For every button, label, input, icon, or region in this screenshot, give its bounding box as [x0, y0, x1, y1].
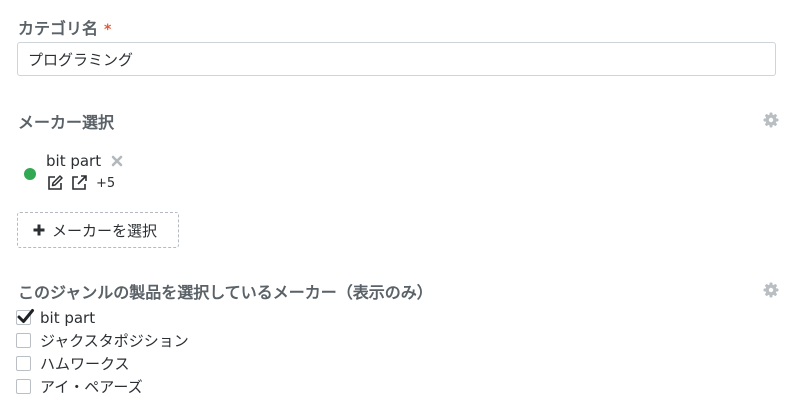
- list-item-label: ハムワークス: [40, 355, 130, 373]
- gear-icon[interactable]: [763, 112, 779, 128]
- list-item-label: アイ・ペアーズ: [40, 378, 143, 396]
- maker-name: bit part: [46, 152, 102, 170]
- maker-select-label: メーカー選択: [18, 113, 115, 132]
- checkbox[interactable]: [16, 356, 31, 371]
- close-icon[interactable]: [110, 154, 124, 168]
- genre-makers-label: このジャンルの製品を選択しているメーカー（表示のみ）: [18, 283, 433, 302]
- selected-maker-item: bit part +5: [24, 152, 224, 196]
- category-label: カテゴリ名 *: [18, 15, 111, 39]
- gear-icon[interactable]: [763, 282, 779, 298]
- genre-maker-list: bit part ジャクスタポジション ハムワークス アイ・ペアーズ: [16, 306, 189, 398]
- more-count[interactable]: +5: [96, 176, 115, 191]
- checkbox[interactable]: [16, 309, 34, 325]
- select-maker-button-label: メーカーを選択: [52, 221, 158, 240]
- list-item: bit part: [16, 306, 189, 329]
- plus-icon: [33, 224, 45, 236]
- external-link-icon[interactable]: [70, 174, 88, 192]
- list-item: ハムワークス: [16, 352, 189, 375]
- list-item: ジャクスタポジション: [16, 329, 189, 352]
- category-name-input[interactable]: [17, 42, 776, 76]
- list-item: アイ・ペアーズ: [16, 375, 189, 398]
- checkbox[interactable]: [16, 379, 31, 394]
- maker-actions: +5: [46, 174, 115, 192]
- status-dot: [24, 168, 36, 180]
- checkbox[interactable]: [16, 333, 31, 348]
- list-item-label: ジャクスタポジション: [40, 332, 189, 350]
- edit-icon[interactable]: [46, 174, 64, 192]
- list-item-label: bit part: [40, 308, 96, 327]
- checkmark-icon: [17, 309, 34, 323]
- required-mark: *: [104, 22, 112, 38]
- select-maker-button[interactable]: メーカーを選択: [17, 212, 179, 248]
- category-label-text: カテゴリ名: [18, 19, 99, 38]
